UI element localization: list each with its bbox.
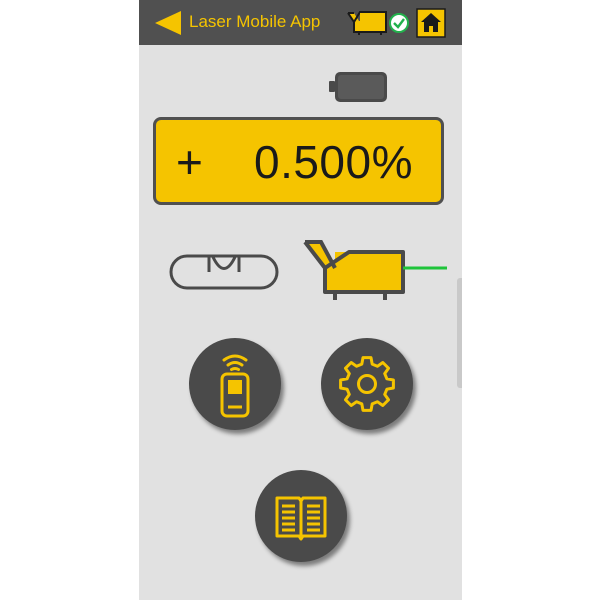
app-title: Laser Mobile App [189,12,321,31]
app-header: Laser Mobile App [139,0,462,45]
grade-value: 0.500% [253,136,413,188]
grade-display: + 0.500% [153,117,444,205]
manual-button[interactable] [255,470,347,562]
remote-control-icon [220,354,250,418]
app-screen: Laser Mobile App + 0.500% [139,0,462,600]
settings-button[interactable] [321,338,413,430]
gear-icon [339,356,395,412]
laser-connected-icon [347,11,409,35]
book-icon [275,496,327,541]
battery-icon [329,72,387,102]
back-arrow-icon[interactable] [153,10,183,36]
bubble-level-icon [169,254,279,290]
home-icon[interactable] [416,8,446,38]
laser-device-icon [303,240,447,300]
remote-control-button[interactable] [189,338,281,430]
grade-sign: + [176,136,203,188]
edge-panel-handle[interactable] [457,278,462,388]
